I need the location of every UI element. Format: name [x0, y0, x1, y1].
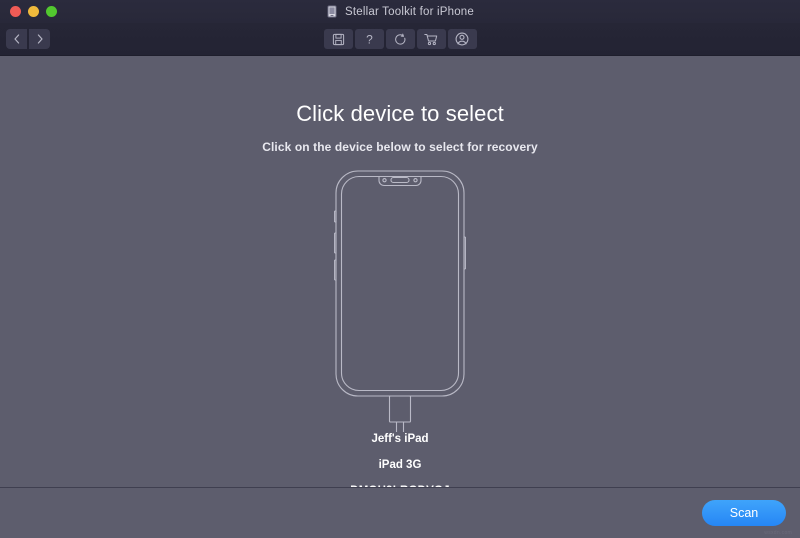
save-button[interactable]: [323, 29, 353, 49]
traffic-lights: [0, 6, 57, 17]
iphone-outline-with-cable-icon[interactable]: [325, 167, 475, 432]
account-button[interactable]: [447, 29, 477, 49]
window-title-group: Stellar Toolkit for iPhone: [0, 0, 800, 23]
device-illustration-wrap: [0, 167, 800, 432]
toolbar: ?: [0, 23, 800, 56]
shopping-cart-icon: [423, 33, 439, 46]
question-mark-icon: ?: [363, 32, 376, 46]
buy-button[interactable]: [416, 29, 446, 49]
device-name: Jeff's iPad: [371, 433, 429, 445]
main-content: Click device to select Click on the devi…: [0, 56, 800, 487]
page-title: Click device to select: [296, 101, 504, 126]
title-bar: Stellar Toolkit for iPhone: [0, 0, 800, 23]
scan-button[interactable]: Scan: [702, 500, 786, 526]
svg-text:?: ?: [366, 32, 373, 46]
user-account-icon: [455, 32, 469, 46]
app-window: Stellar Toolkit for iPhone ? Click devic…: [0, 0, 800, 538]
save-disk-icon: [332, 33, 345, 46]
footer-bar: Scan wsxdn.com: [0, 487, 800, 538]
device-model: iPad 3G: [378, 459, 422, 471]
help-button[interactable]: ?: [354, 29, 384, 49]
device-info: Jeff's iPad iPad 3G DMQH9LRGDVGJ: [0, 433, 800, 487]
page-subtitle: Click on the device below to select for …: [262, 140, 538, 154]
stellar-app-icon: [326, 5, 339, 18]
watermark: wsxdn.com: [764, 530, 792, 536]
window-title: Stellar Toolkit for iPhone: [345, 5, 474, 18]
tool-buttons: ?: [0, 29, 800, 49]
minimize-button[interactable]: [28, 6, 39, 17]
close-button[interactable]: [10, 6, 21, 17]
refresh-button[interactable]: [385, 29, 415, 49]
maximize-button[interactable]: [46, 6, 57, 17]
refresh-circle-icon: [394, 33, 407, 46]
